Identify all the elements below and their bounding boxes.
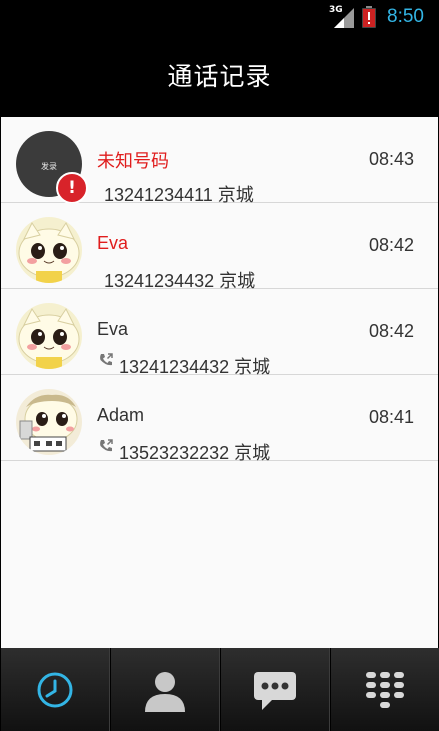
outgoing-call-icon — [100, 439, 113, 452]
tab-dialpad[interactable] — [330, 648, 439, 731]
call-log-row[interactable]: Eva 13241234432 京城 08:42 — [1, 289, 438, 377]
call-time: 08:41 — [369, 407, 415, 427]
call-time: 08:42 — [369, 321, 415, 341]
status-clock: 8:50 — [387, 6, 424, 27]
caller-name: Eva — [97, 319, 129, 339]
clock-icon — [37, 672, 73, 707]
call-log-row[interactable]: 发录 ! 未知号码 13241234411 京城 08:43 — [1, 117, 438, 205]
call-time: 08:42 — [369, 235, 415, 255]
tab-messages[interactable] — [220, 648, 330, 731]
call-log-row[interactable]: Eva 13241234432 京城 08:42 — [1, 203, 438, 291]
cat-avatar — [16, 217, 82, 283]
caller-name: Eva — [97, 233, 129, 253]
dialpad-icon — [366, 671, 404, 708]
caller-name: 未知号码 — [97, 151, 169, 171]
message-icon — [254, 671, 296, 710]
tab-contacts[interactable] — [110, 648, 220, 731]
missed-call-alert-icon: ! — [56, 172, 88, 204]
contact-icon — [145, 671, 185, 712]
tab-call-log[interactable] — [0, 648, 110, 731]
outgoing-call-icon — [100, 353, 113, 366]
caller-number: 13523232232 京城 — [119, 443, 271, 463]
call-log-row[interactable]: Adam 13523232232 京城 08:41 — [1, 375, 438, 463]
cat-avatar — [16, 303, 82, 369]
caller-name: Adam — [97, 405, 145, 425]
cat-avatar-alt — [16, 389, 82, 455]
call-time: 08:43 — [369, 149, 415, 169]
battery-warning-icon — [362, 6, 376, 28]
status-bar: 3G 8:50 — [0, 0, 439, 36]
bottom-tab-bar — [0, 648, 439, 731]
page-title: 通话记录 — [0, 36, 439, 117]
signal-icon — [334, 8, 354, 28]
call-log-list: 发录 ! 未知号码 13241234411 京城 08:43 Eva 13241… — [1, 117, 438, 648]
